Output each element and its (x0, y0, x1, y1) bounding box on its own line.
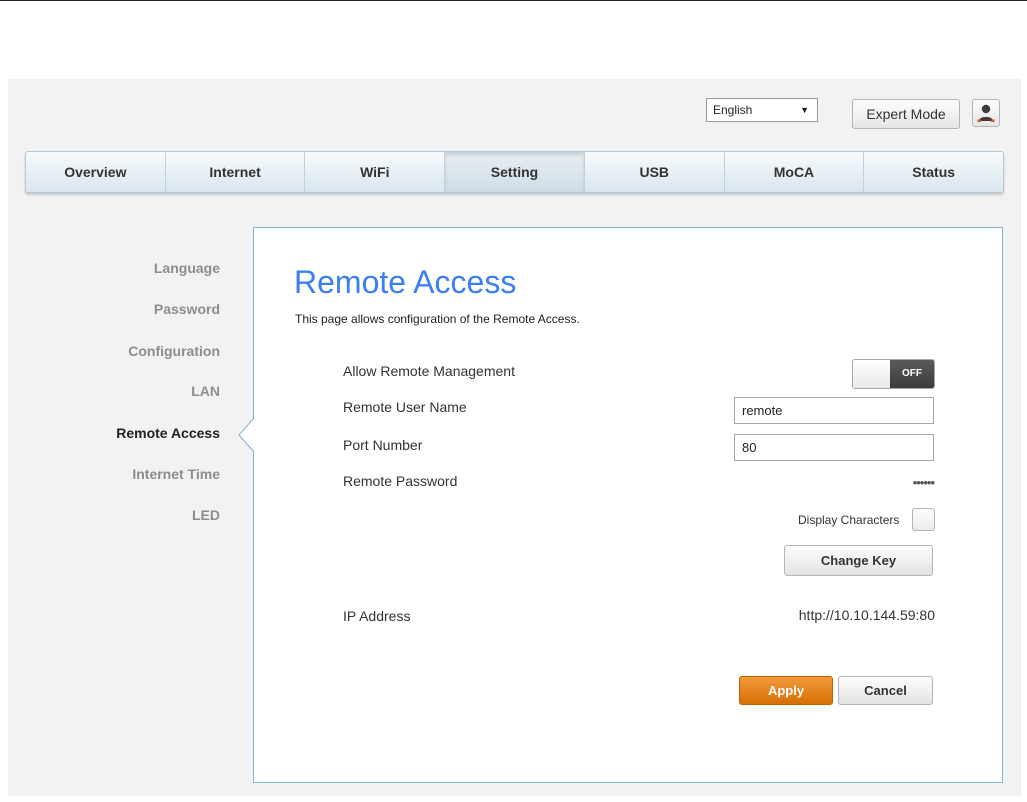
allow-remote-label: Allow Remote Management (343, 363, 515, 379)
tab-overview[interactable]: Overview (26, 152, 166, 192)
password-value: •••••• (912, 475, 935, 490)
port-input[interactable]: 80 (734, 434, 934, 461)
toggle-state: OFF (890, 360, 934, 388)
tab-status[interactable]: Status (864, 152, 1003, 192)
display-characters-label: Display Characters (798, 513, 900, 527)
apply-button[interactable]: Apply (739, 676, 833, 705)
main-nav: Overview Internet WiFi Setting USB MoCA … (25, 151, 1004, 193)
tab-wifi[interactable]: WiFi (305, 152, 446, 192)
sidebar-item-language[interactable]: Language (154, 260, 220, 276)
display-characters-checkbox[interactable] (912, 508, 935, 531)
password-label: Remote Password (343, 473, 458, 489)
sidebar-item-remote-access[interactable]: Remote Access (116, 425, 220, 441)
cancel-button[interactable]: Cancel (838, 676, 933, 705)
ip-address-label: IP Address (343, 608, 411, 624)
page-description: This page allows configuration of the Re… (295, 312, 580, 326)
change-key-button[interactable]: Change Key (784, 545, 933, 576)
port-label: Port Number (343, 437, 423, 453)
page-title: Remote Access (294, 264, 517, 300)
top-divider (0, 0, 1027, 1)
language-select[interactable]: English ▼ (706, 98, 818, 122)
language-select-value: English (713, 103, 753, 117)
username-input[interactable]: remote (734, 397, 934, 424)
tab-moca[interactable]: MoCA (725, 152, 865, 192)
sidebar-item-password[interactable]: Password (154, 301, 220, 317)
ip-address-value: http://10.10.144.59:80 (798, 607, 935, 623)
active-pointer-icon (238, 418, 268, 452)
sidebar-item-led[interactable]: LED (192, 507, 220, 523)
chevron-down-icon: ▼ (800, 105, 809, 115)
sidebar-item-configuration[interactable]: Configuration (128, 343, 220, 359)
allow-remote-toggle[interactable]: OFF (852, 359, 935, 389)
tab-internet[interactable]: Internet (166, 152, 306, 192)
sidebar-item-internet-time[interactable]: Internet Time (132, 466, 220, 482)
user-icon (977, 104, 995, 122)
sidebar-item-lan[interactable]: LAN (191, 383, 220, 399)
expert-mode-button[interactable]: Expert Mode (852, 99, 960, 129)
user-button[interactable] (972, 99, 1000, 127)
toggle-knob (853, 360, 891, 388)
tab-setting[interactable]: Setting (445, 152, 585, 192)
tab-usb[interactable]: USB (585, 152, 725, 192)
username-label: Remote User Name (343, 399, 467, 415)
